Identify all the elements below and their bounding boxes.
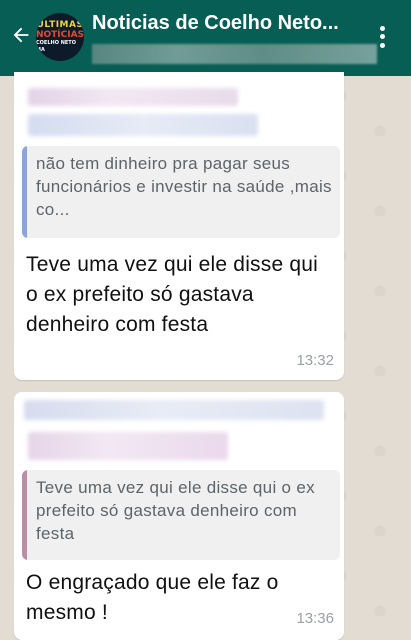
message-text: O engraçado que ele faz o mesmo ! [26, 571, 279, 624]
quoted-message[interactable]: Teve uma vez qui ele disse qui o ex pref… [22, 470, 340, 560]
avatar-text-line-3: COELHO NETO MA [36, 40, 76, 53]
message-bubble[interactable]: Teve uma vez qui ele disse qui o ex pref… [14, 392, 344, 640]
blurred-sender-name [24, 400, 324, 420]
more-options-button[interactable] [372, 24, 392, 50]
back-button[interactable] [8, 22, 34, 48]
message-text: Teve uma vez qui ele disse qui o ex pref… [26, 253, 318, 336]
avatar-text-line-1: ÚLTIMAS [36, 20, 84, 30]
quoted-text: Teve uma vez qui ele disse qui o ex pref… [36, 478, 315, 543]
blurred-sender-name [28, 88, 238, 106]
quote-accent-bar [22, 146, 27, 238]
quoted-text: não tem dinheiro pra pagar seus funcioná… [36, 154, 332, 219]
blurred-subtitle [92, 44, 377, 64]
group-avatar[interactable]: ÚLTIMAS NOTÍCIAS COELHO NETO MA [36, 13, 84, 61]
app-bar: ÚLTIMAS NOTÍCIAS COELHO NETO MA Noticias… [0, 0, 411, 76]
message-time: 13:36 [296, 610, 334, 627]
blurred-sender-phone [28, 432, 228, 460]
quote-accent-bar [22, 470, 27, 560]
chat-title[interactable]: Noticias de Coelho Neto... [92, 12, 357, 35]
message-bubble[interactable]: não tem dinheiro pra pagar seus funcioná… [14, 72, 344, 380]
arrow-left-icon [13, 27, 29, 43]
more-vertical-icon [379, 25, 385, 31]
blurred-sender-phone [28, 114, 258, 136]
quoted-message[interactable]: não tem dinheiro pra pagar seus funcioná… [22, 146, 340, 238]
message-time: 13:32 [296, 352, 334, 369]
avatar-text-line-2: NOTÍCIAS [36, 30, 84, 40]
